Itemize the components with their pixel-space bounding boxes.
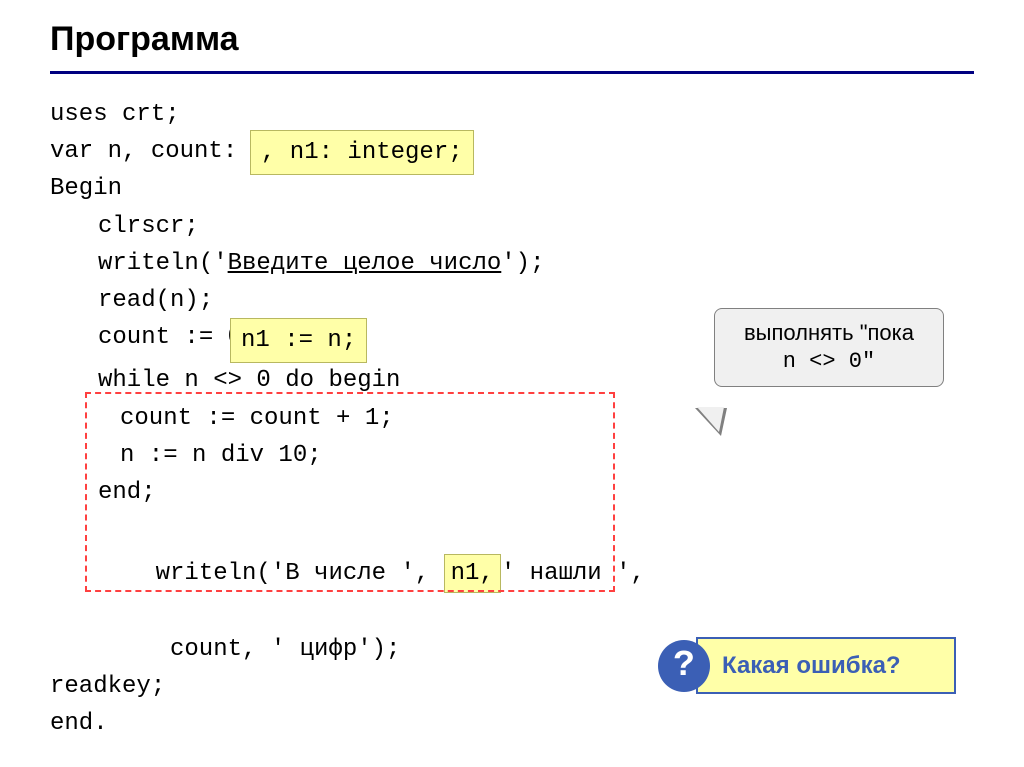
slide-title: Программа bbox=[50, 20, 974, 59]
code-text: writeln('В числе ', bbox=[156, 560, 444, 587]
code-block: uses crt; var n, count: Begin clrscr; wr… bbox=[50, 96, 974, 742]
code-line: writeln('Введите целое число'); bbox=[50, 245, 974, 282]
highlight-n1-usage: n1, bbox=[444, 554, 501, 593]
code-line: end; bbox=[50, 474, 974, 511]
code-line: count := count + 1; bbox=[50, 400, 974, 437]
code-text: ' нашли ', bbox=[501, 560, 645, 587]
error-callout: ? Какая ошибка? bbox=[658, 637, 956, 694]
highlight-integer-declaration: , n1: integer; bbox=[250, 130, 474, 175]
code-line: writeln('В числе ', n1,' нашли ', bbox=[50, 517, 974, 631]
code-line: uses crt; bbox=[50, 96, 974, 133]
code-text: writeln(' bbox=[98, 250, 228, 277]
title-divider bbox=[50, 71, 974, 74]
code-text: '); bbox=[501, 250, 544, 277]
tooltip-while-condition: выполнять "пока n <> 0" bbox=[714, 308, 944, 387]
code-line: var n, count: bbox=[50, 133, 974, 170]
highlight-n1-assignment: n1 := n; bbox=[230, 318, 367, 363]
code-line: clrscr; bbox=[50, 208, 974, 245]
code-line: n := n div 10; bbox=[50, 437, 974, 474]
code-line: Begin bbox=[50, 170, 974, 207]
code-line: end. bbox=[50, 705, 974, 742]
tooltip-line: n <> 0" bbox=[729, 348, 929, 377]
code-string: Введите целое число bbox=[228, 250, 502, 277]
tooltip-line: выполнять "пока bbox=[729, 319, 929, 348]
error-text: Какая ошибка? bbox=[696, 637, 956, 694]
question-mark-icon: ? bbox=[658, 640, 710, 692]
